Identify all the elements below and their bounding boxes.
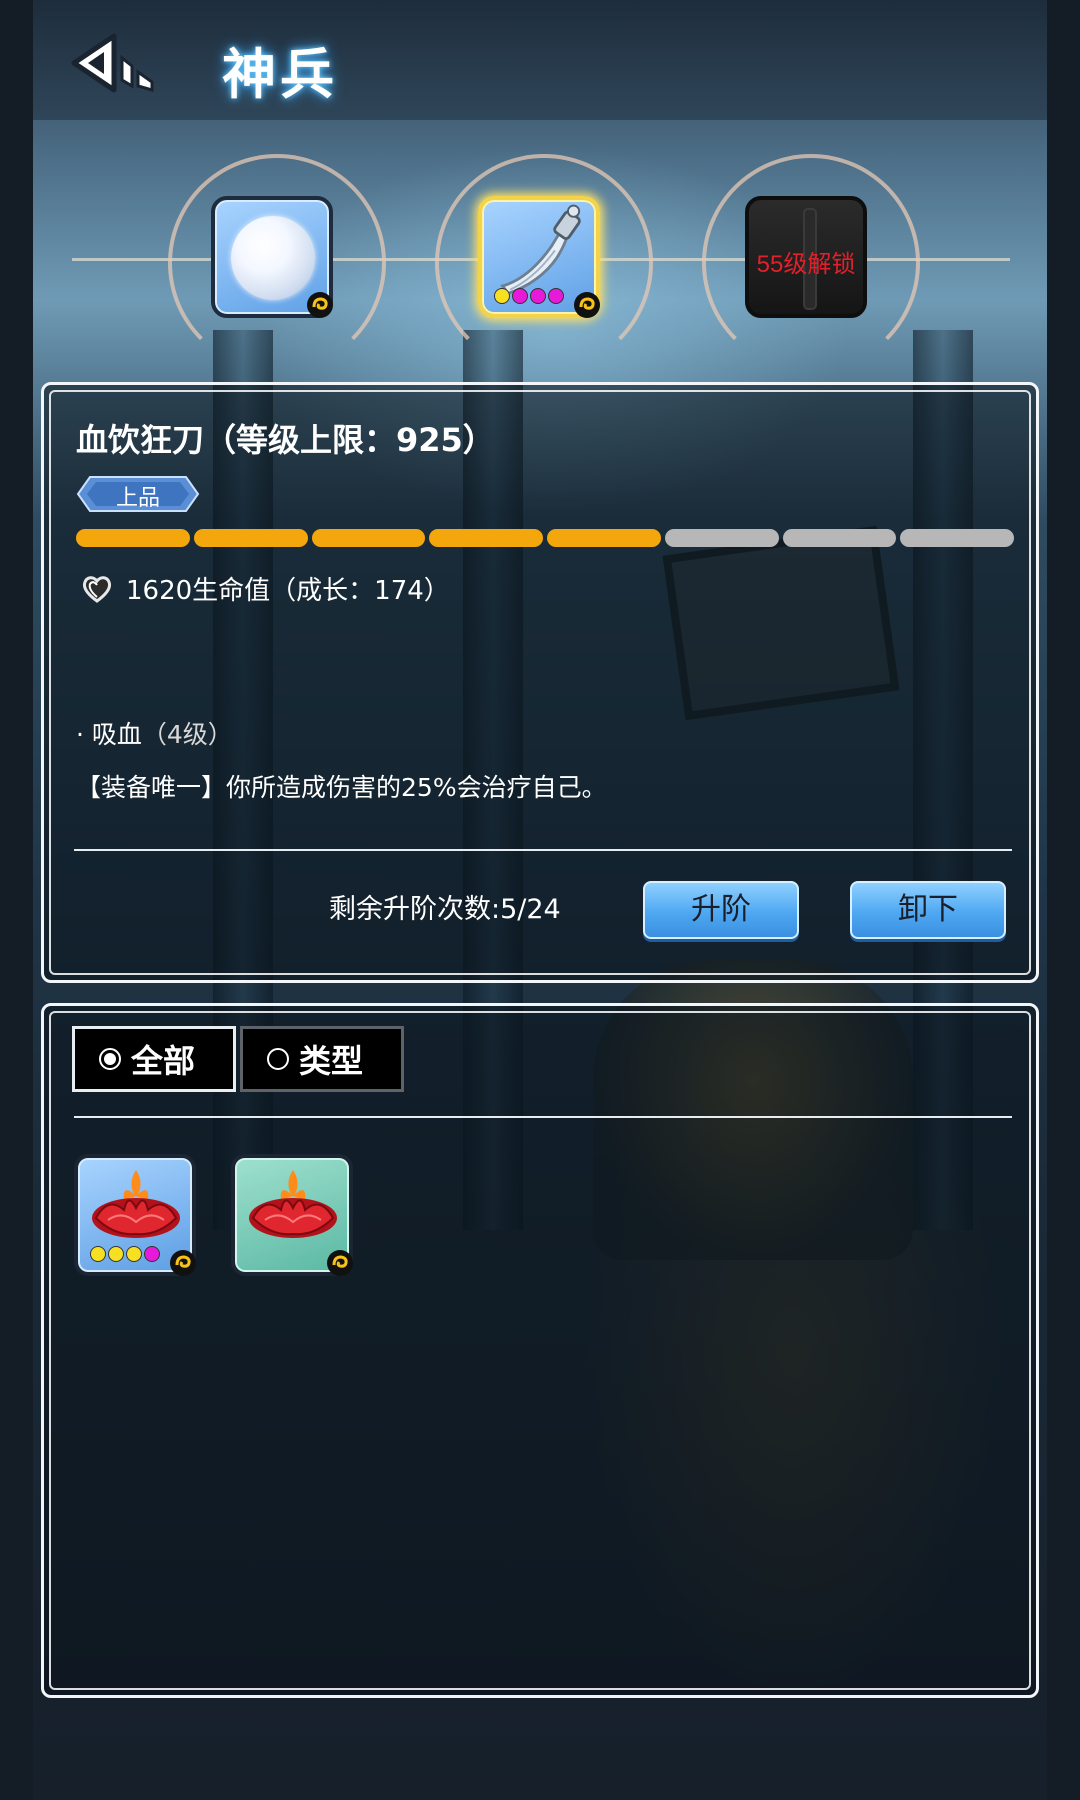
swirl-badge-icon bbox=[574, 292, 600, 318]
hp-stat: 1620生命值（成长：174） bbox=[82, 570, 450, 607]
inventory-panel: 全部 类型 bbox=[41, 1003, 1039, 1698]
quality-dots bbox=[90, 1246, 160, 1262]
back-arrow-icon bbox=[71, 33, 154, 93]
progress-segment-empty bbox=[900, 529, 1014, 547]
swirl-badge-icon bbox=[327, 1250, 353, 1276]
equipment-slot-pearl[interactable] bbox=[211, 196, 333, 318]
grade-badge: 上品 bbox=[76, 475, 200, 513]
equipment-slot-locked[interactable]: 55级解锁 bbox=[745, 196, 867, 318]
item-title: 血饮狂刀（等级上限：925） bbox=[76, 421, 495, 459]
quality-dots bbox=[494, 288, 564, 304]
skill-name: · 吸血（4级） bbox=[76, 720, 233, 749]
progress-segment-filled bbox=[429, 529, 543, 547]
advance-button[interactable]: 升阶 bbox=[643, 881, 799, 939]
progress-segment-filled bbox=[193, 529, 308, 547]
swirl-badge-icon bbox=[307, 292, 333, 318]
upgrade-progress-bar bbox=[76, 529, 1014, 547]
filter-tab-all[interactable]: 全部 bbox=[72, 1026, 236, 1092]
page-title: 神兵 bbox=[222, 43, 338, 106]
hp-stat-text: 1620生命值（成长：174） bbox=[126, 576, 450, 606]
item-info-panel: 血饮狂刀（等级上限：925） 上品 1620生命值（成长：174） · 吸血（4… bbox=[41, 382, 1039, 983]
progress-segment-empty bbox=[782, 529, 897, 547]
heart-icon bbox=[82, 575, 112, 603]
progress-segment-empty bbox=[664, 529, 779, 547]
equipment-slot-blade[interactable] bbox=[478, 196, 600, 318]
panel-divider bbox=[74, 849, 1012, 851]
swirl-badge-icon bbox=[170, 1250, 196, 1276]
remaining-advances: 剩余升阶次数:5/24 bbox=[329, 894, 561, 925]
progress-segment-filled bbox=[547, 529, 661, 547]
lotus-icon bbox=[249, 1170, 337, 1238]
back-button[interactable] bbox=[70, 28, 160, 98]
lotus-icon bbox=[92, 1170, 180, 1238]
progress-segment-filled bbox=[311, 529, 426, 547]
list-divider bbox=[74, 1116, 1012, 1118]
radio-checked-icon bbox=[99, 1048, 121, 1070]
filter-tab-type[interactable]: 类型 bbox=[240, 1026, 404, 1092]
radio-unchecked-icon bbox=[267, 1048, 289, 1070]
unequip-button[interactable]: 卸下 bbox=[850, 881, 1006, 939]
skill-description: 【装备唯一】你所造成伤害的25%会治疗自己。 bbox=[76, 773, 607, 802]
inventory-item[interactable] bbox=[231, 1154, 353, 1276]
progress-segment-filled bbox=[76, 529, 190, 547]
unlock-level-label: 55级解锁 bbox=[756, 251, 856, 278]
pearl-icon bbox=[231, 216, 315, 300]
inventory-item[interactable] bbox=[74, 1154, 196, 1276]
